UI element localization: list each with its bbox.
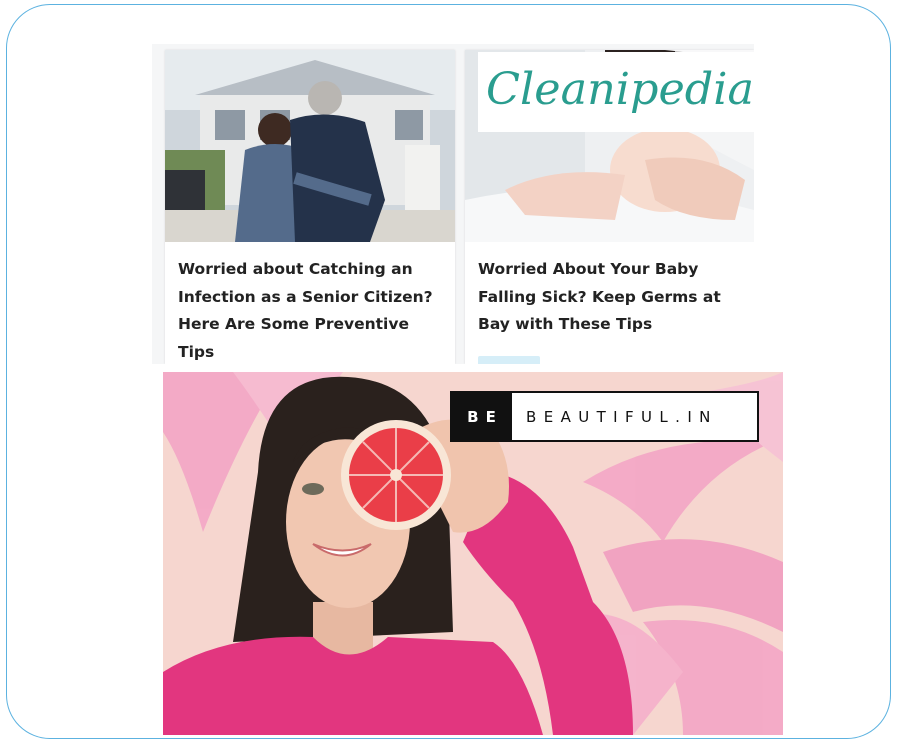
senior-couple-photo xyxy=(165,50,455,242)
bebeautiful-banner: BE BEAUTIFUL.IN xyxy=(163,372,783,735)
article-headline[interactable]: Worried About Your Baby Falling Sick? Ke… xyxy=(478,256,744,339)
cleanipedia-logo-text: Cleanipedia xyxy=(486,64,754,115)
cleanipedia-panel: Worried about Catching an Infection as a… xyxy=(152,44,754,364)
category-tag xyxy=(478,356,540,364)
bebeautiful-logo-mark: BE xyxy=(452,393,512,440)
article-headline[interactable]: Worried about Catching an Infection as a… xyxy=(178,256,444,364)
article-card-senior-infection[interactable]: Worried about Catching an Infection as a… xyxy=(165,50,455,364)
bebeautiful-logo-text: BEAUTIFUL.IN xyxy=(526,407,718,426)
bebeautiful-logo: BE BEAUTIFUL.IN xyxy=(450,391,759,442)
cleanipedia-logo: Cleanipedia xyxy=(478,52,754,132)
